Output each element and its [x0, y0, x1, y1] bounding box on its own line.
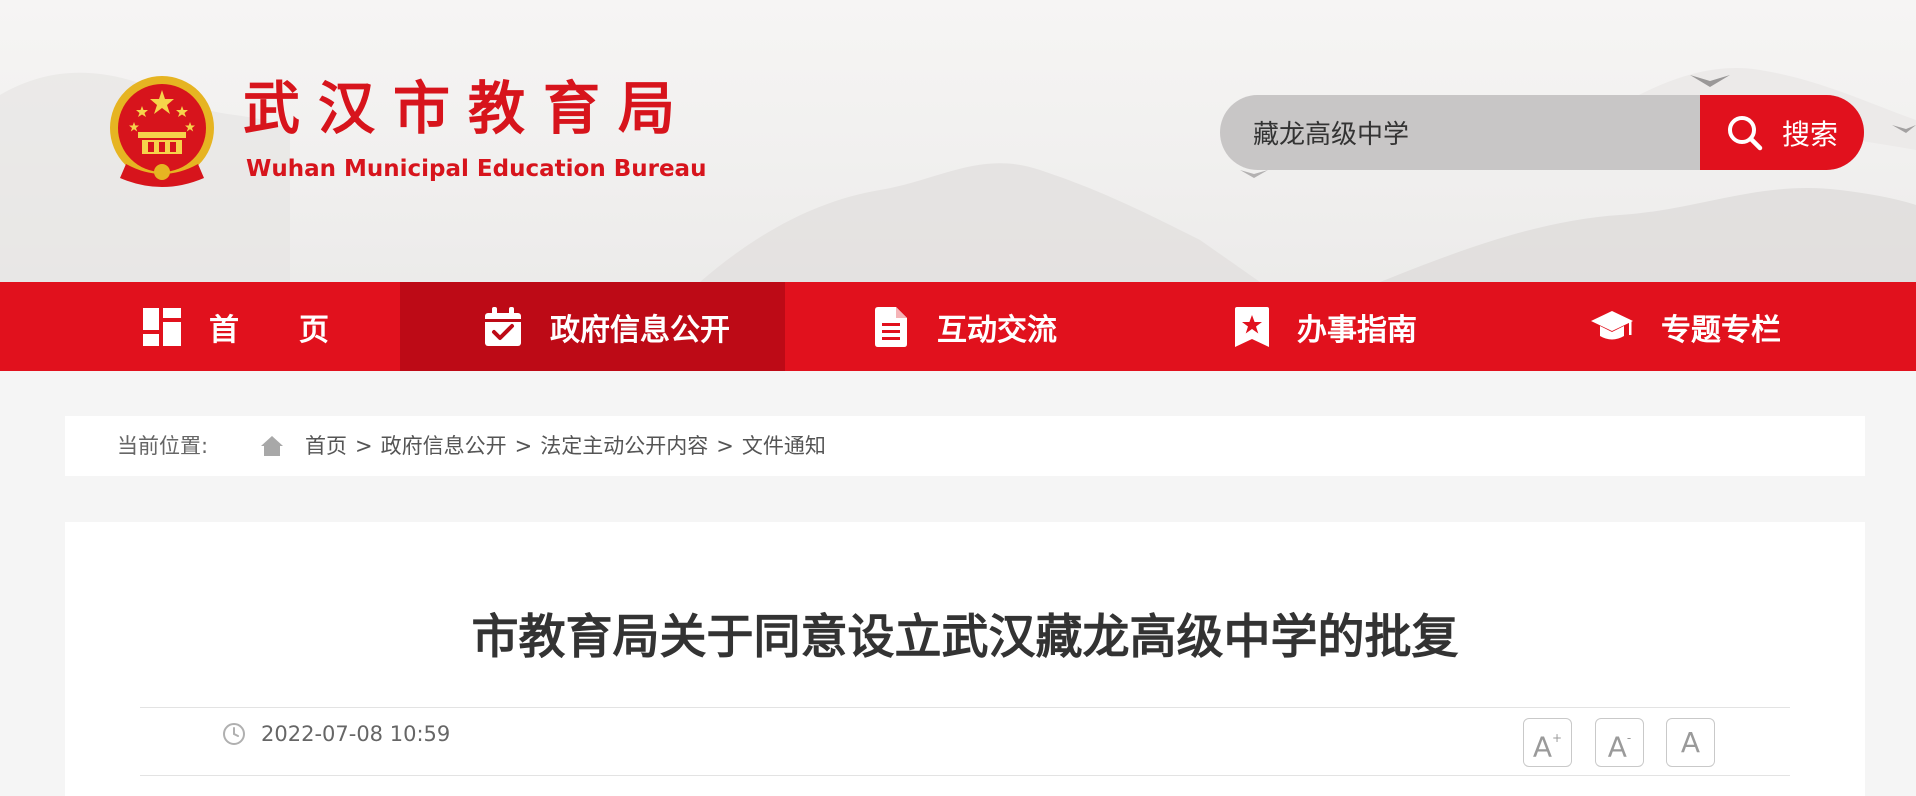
breadcrumb-government-info[interactable]: 政府信息公开 — [381, 434, 507, 458]
search-input[interactable] — [1220, 95, 1700, 170]
search-bar: 搜索 — [1220, 95, 1864, 170]
article-panel: 市教育局关于同意设立武汉藏龙高级中学的批复 2022-07-08 10:59 A… — [65, 522, 1865, 796]
nav-item-service-guide[interactable]: 办事指南 — [1145, 282, 1505, 371]
breadcrumb-trail: 首页 > 政府信息公开 > 法定主动公开内容 > 文件通知 — [305, 416, 826, 476]
graduation-cap-icon — [1591, 309, 1633, 345]
home-grid-icon — [143, 307, 181, 346]
document-icon — [875, 306, 907, 347]
meta-divider-bottom — [140, 775, 1790, 776]
clock-icon — [223, 723, 245, 745]
font-reset-label: A — [1680, 726, 1701, 759]
nav-label-service-guide: 办事指南 — [1297, 312, 1417, 348]
nav-item-special-topics[interactable]: 专题专栏 — [1505, 282, 1865, 371]
article-title: 市教育局关于同意设立武汉藏龙高级中学的批复 — [471, 610, 1459, 665]
nav-label-interaction: 互动交流 — [937, 312, 1057, 348]
nav-item-home[interactable]: 首 页 — [65, 282, 400, 371]
breadcrumb-prefix: 当前位置: — [117, 434, 209, 458]
font-increase-button[interactable]: A+ — [1523, 718, 1572, 767]
site-title: 武汉市教育局 — [243, 76, 693, 142]
font-increase-label: A — [1532, 730, 1553, 764]
bookmark-star-icon — [1235, 306, 1269, 347]
site-subtitle: Wuhan Municipal Education Bureau — [246, 156, 707, 182]
nav-label-home: 首 页 — [209, 312, 329, 348]
search-button[interactable]: 搜索 — [1700, 95, 1864, 170]
nav-label-government-info: 政府信息公开 — [550, 312, 730, 348]
nav-item-interaction[interactable]: 互动交流 — [785, 282, 1145, 371]
breadcrumb-separator: > — [716, 434, 734, 458]
search-icon — [1727, 115, 1763, 150]
breadcrumb: 当前位置: 首页 > 政府信息公开 > 法定主动公开内容 > 文件通知 — [65, 416, 1865, 476]
nav-label-special-topics: 专题专栏 — [1661, 312, 1781, 348]
breadcrumb-file-notices[interactable]: 文件通知 — [742, 434, 826, 458]
breadcrumb-separator: > — [355, 434, 373, 458]
breadcrumb-separator: > — [514, 434, 533, 458]
search-button-label: 搜索 — [1781, 117, 1838, 151]
font-decrease-button[interactable]: A- — [1595, 718, 1644, 767]
nav-item-government-info[interactable]: 政府信息公开 — [400, 282, 785, 371]
site-header: 武汉市教育局 Wuhan Municipal Education Bureau … — [0, 0, 1916, 282]
main-nav: 首 页 政府信息公开 互动交流 办事指南 专题专栏 — [0, 282, 1916, 371]
publish-date: 2022-07-08 10:59 — [261, 722, 451, 746]
meta-divider-top — [140, 707, 1790, 708]
breadcrumb-statutory-disclosure[interactable]: 法定主动公开内容 — [540, 434, 708, 458]
font-reset-button[interactable]: A — [1666, 718, 1715, 767]
home-icon[interactable] — [261, 436, 283, 456]
calendar-check-icon — [484, 306, 522, 347]
font-decrease-label: A — [1607, 730, 1627, 764]
font-increase-sup: + — [1552, 731, 1563, 745]
font-decrease-sup: - — [1626, 731, 1632, 745]
breadcrumb-home[interactable]: 首页 — [305, 434, 347, 458]
national-emblem-icon — [110, 76, 214, 187]
